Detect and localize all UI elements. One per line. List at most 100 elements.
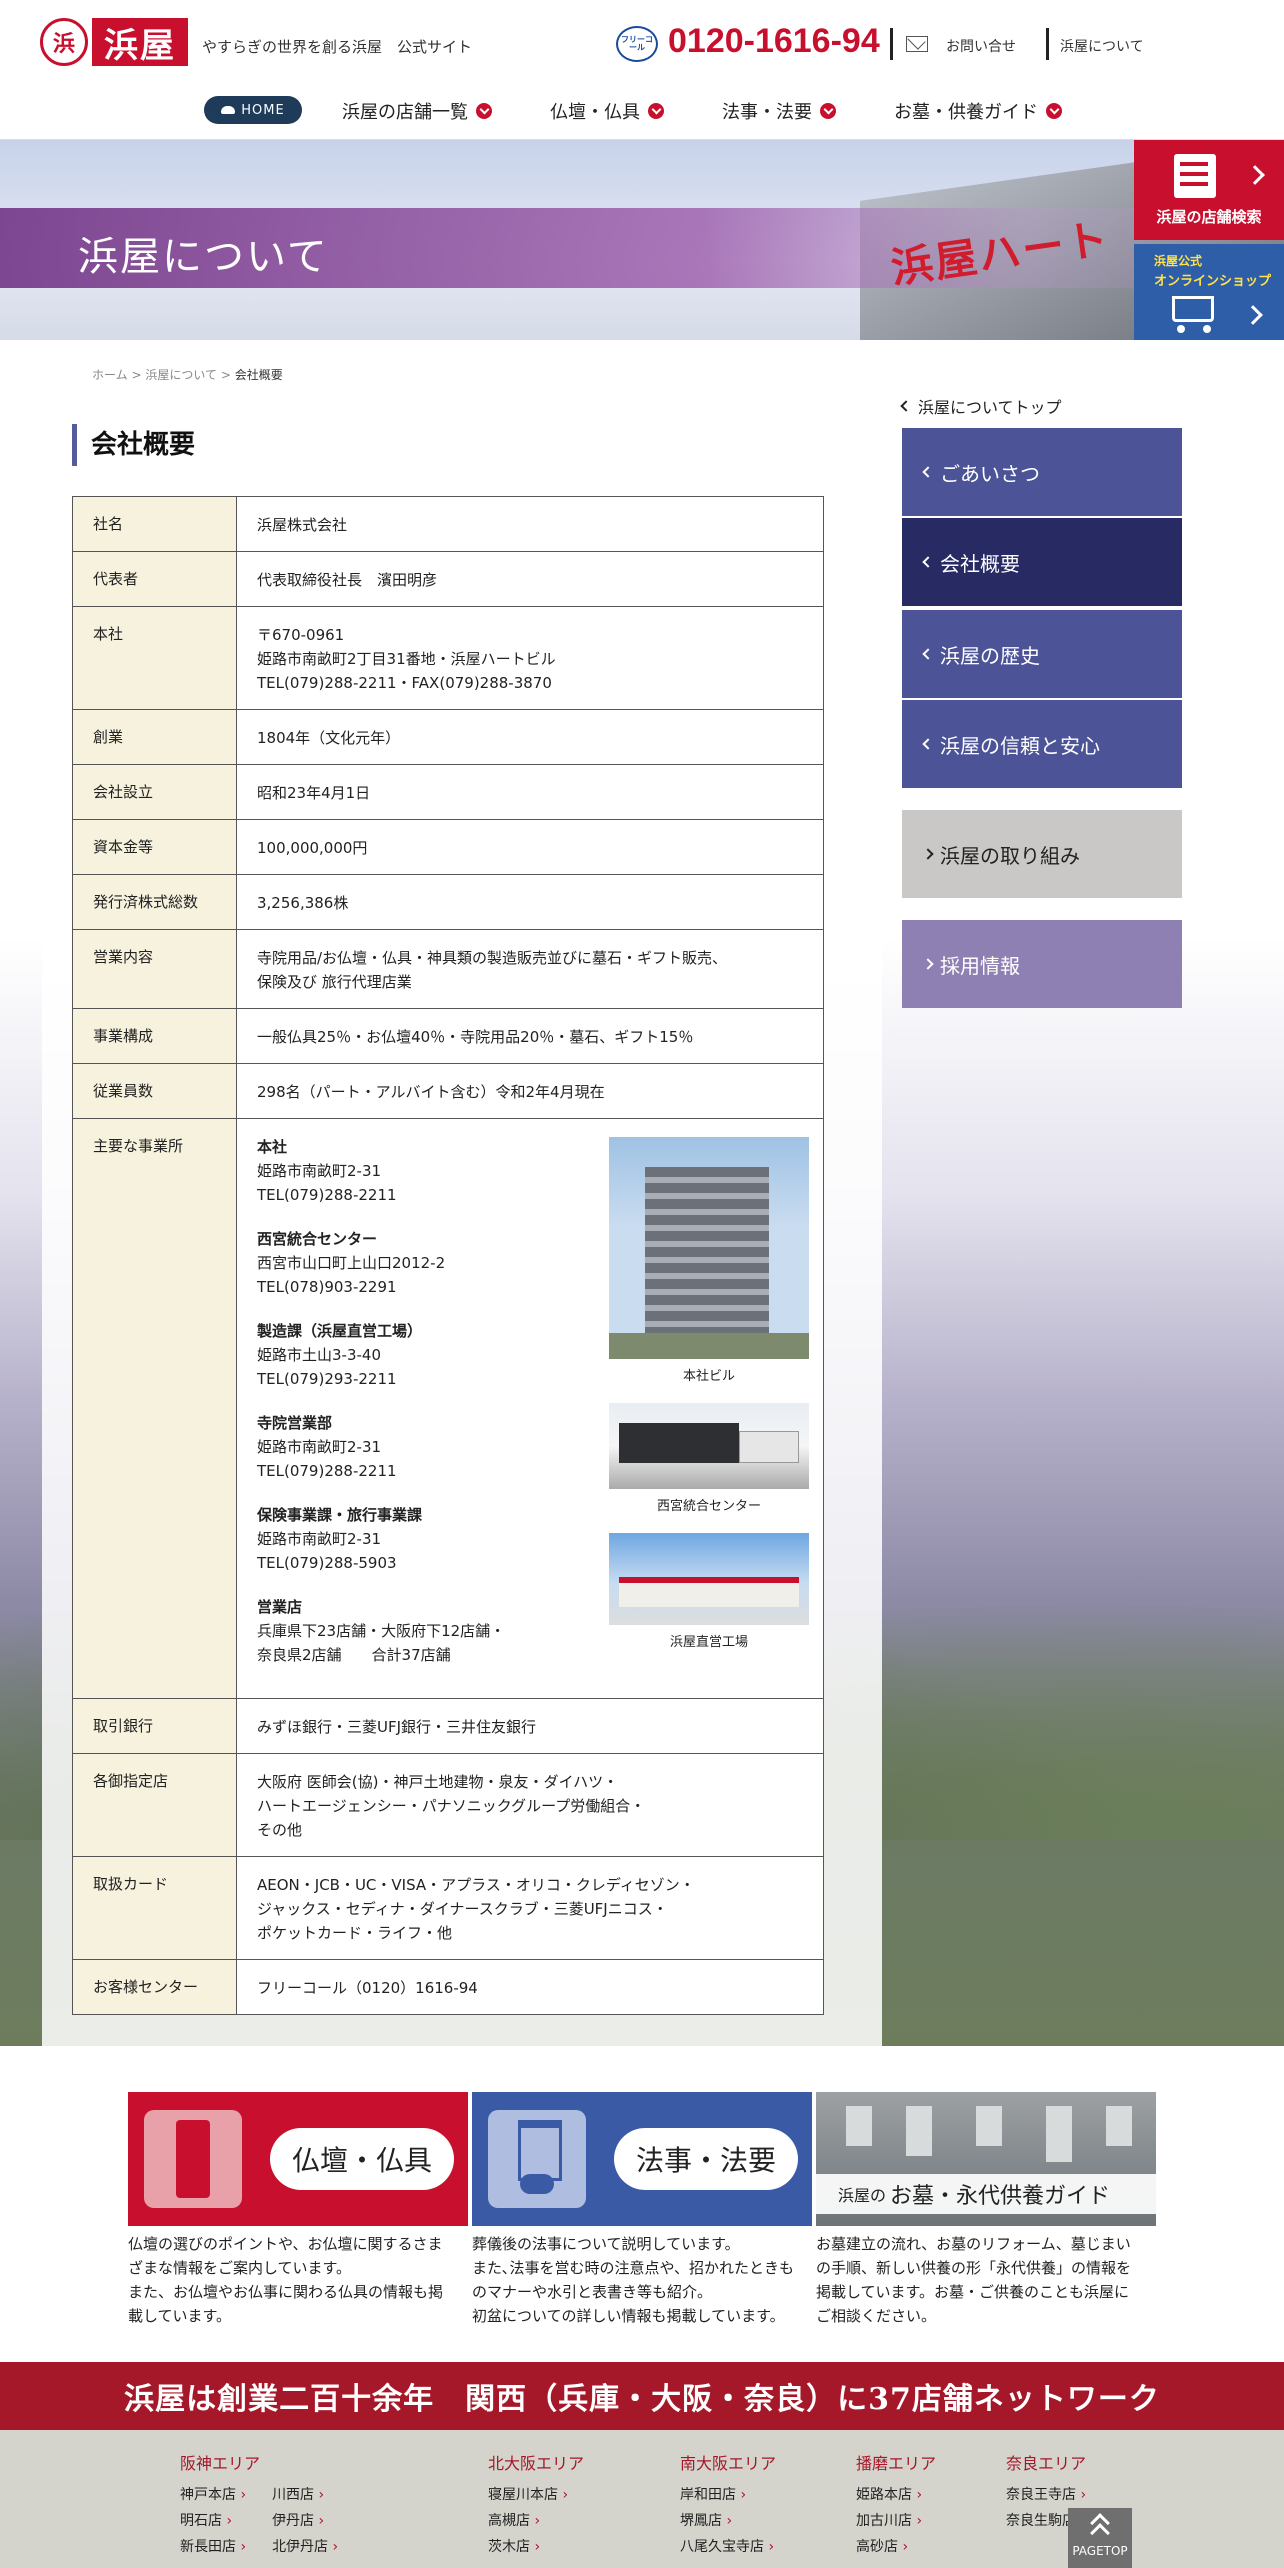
office-photo: 本社ビル: [609, 1137, 809, 1389]
store-search-label: 浜屋の店舗検索: [1156, 208, 1262, 226]
row-label: 取扱カード: [72, 1856, 237, 1960]
side-nav-trust[interactable]: 浜屋の信頼と安心: [902, 700, 1182, 788]
row-label: 各御指定店: [72, 1753, 237, 1857]
store-link[interactable]: 堺鳳店: [680, 2508, 776, 2534]
phone-number[interactable]: 0120-1616-94: [668, 22, 880, 61]
guide-hoji-banner[interactable]: 法事・法要: [472, 2092, 812, 2226]
row-label: 会社設立: [72, 764, 237, 820]
store-list: 寝屋川本店 高槻店 茨木店: [488, 2482, 584, 2560]
store-link[interactable]: 伊丹店: [272, 2508, 338, 2534]
nav-item-label: 仏壇・仏具: [550, 102, 640, 123]
guide-description: お墓建立の流れ、お墓のリフォーム、墓じまい の手順、新しい供養の形「永代供養」の…: [816, 2235, 1132, 2325]
side-nav-history[interactable]: 浜屋の歴史: [902, 610, 1182, 698]
about-link[interactable]: 浜屋について: [1060, 36, 1144, 56]
row-value: フリーコール（0120）1616-94: [236, 1959, 824, 2015]
row-value: 3,256,386株: [236, 874, 824, 930]
breadcrumb-current: 会社概要: [234, 368, 283, 382]
guide-label: 仏壇・仏具: [269, 2128, 454, 2190]
butsudan-icon: [144, 2110, 242, 2208]
side-nav-company-profile[interactable]: 会社概要: [902, 518, 1182, 606]
store-link[interactable]: 神戸本店: [180, 2482, 246, 2508]
row-value: 本社 姫路市南畝町2-31 TEL(079)288-2211 西宮統合センター 西宮…: [236, 1118, 824, 1699]
row-value: 1804年（文化元年）: [236, 709, 824, 765]
store-link[interactable]: 北伊丹店: [272, 2534, 338, 2560]
breadcrumb-home[interactable]: ホーム: [92, 368, 128, 382]
office-photos: 本社ビル 西宮統合センター 浜屋直営工場: [609, 1137, 809, 1669]
guide-label-main: お墓・永代供養ガイド: [890, 2184, 1111, 2209]
store-link[interactable]: 高槻店: [488, 2508, 584, 2534]
table-row: 発行済株式総数 3,256,386株: [72, 874, 824, 930]
site-header: 浜 浜屋 やすらぎの世界を創る浜屋 公式サイト フリーコール 0120-1616…: [0, 0, 1284, 140]
contact-link[interactable]: お問い合せ: [946, 36, 1016, 56]
side-nav-greeting[interactable]: ごあいさつ: [902, 428, 1182, 516]
online-shop-label-2: オンラインショップ: [1154, 274, 1272, 289]
table-row: 本社 〒670-0961 姫路市南畝町2丁目31番地・浜屋ハートビル TEL(07…: [72, 606, 824, 710]
guide-label: 法事・法要: [613, 2128, 798, 2190]
store-link[interactable]: 高砂店: [856, 2534, 936, 2560]
store-link[interactable]: 新長田店: [180, 2534, 246, 2560]
store-link[interactable]: 明石店: [180, 2508, 246, 2534]
row-value: みずほ銀行・三菱UFJ銀行・三井住友銀行: [236, 1698, 824, 1754]
row-label: 本社: [72, 606, 237, 710]
store-link[interactable]: 寝屋川本店: [488, 2482, 584, 2508]
store-link[interactable]: 茨木店: [488, 2534, 584, 2560]
guide-label-small: 浜屋の: [838, 2186, 887, 2205]
headquarters-building-image: [609, 1137, 809, 1359]
hero-banner: 浜屋ハート 浜屋について: [0, 140, 1284, 340]
office-photo: 西宮統合センター: [609, 1403, 809, 1519]
header-divider: [1046, 28, 1049, 60]
row-value: 一般仏具25％・お仏壇40％・寺院用品20％・墓石、ギフト15％: [236, 1008, 824, 1064]
table-row: 取扱カード AEON・JCB・UC・VISA・アプラス・オリコ・クレディセゾン・ …: [72, 1856, 824, 1960]
nav-item-hoji[interactable]: 法事・法要: [722, 98, 836, 124]
store-link[interactable]: 姫路本店: [856, 2482, 936, 2508]
row-label: 発行済株式総数: [72, 874, 237, 930]
breadcrumb-parent[interactable]: 浜屋について: [145, 368, 217, 382]
nav-item-stores[interactable]: 浜屋の店舗一覧: [342, 98, 492, 124]
site-logo[interactable]: 浜屋: [92, 18, 188, 66]
factory-image: [609, 1533, 809, 1625]
nav-item-ohaka[interactable]: お墓・供養ガイド: [894, 98, 1062, 124]
guide-ohaka-banner[interactable]: 浜屋の お墓・永代供養ガイド: [816, 2092, 1156, 2226]
offices-wrap: 本社 姫路市南畝町2-31 TEL(079)288-2211 西宮統合センター 西宮…: [257, 1135, 809, 1667]
row-value: 昭和23年4月1日: [236, 764, 824, 820]
area-title: 播磨エリア: [856, 2454, 937, 2473]
side-nav-recruit[interactable]: 採用情報: [902, 920, 1182, 1008]
chevron-down-icon: [476, 103, 492, 119]
pagetop-button[interactable]: PAGETOP: [1068, 2508, 1132, 2568]
store-link[interactable]: 奈良王寺店: [1006, 2482, 1086, 2508]
gravestone-image: [906, 2106, 932, 2156]
area-harima: 播磨エリア 姫路本店 加古川店 高砂店: [856, 2450, 936, 2560]
store-list: 神戸本店 明石店 新長田店: [180, 2482, 246, 2560]
store-link[interactable]: 川西店: [272, 2482, 338, 2508]
store-search-button[interactable]: 浜屋の店舗検索: [1134, 140, 1284, 240]
side-nav-label: 会社概要: [940, 551, 1020, 576]
side-nav-efforts[interactable]: 浜屋の取り組み: [902, 810, 1182, 898]
table-row: 事業構成 一般仏具25％・お仏壇40％・寺院用品20％・墓石、ギフト15％: [72, 1008, 824, 1064]
side-nav-label: 浜屋の取り組み: [940, 843, 1080, 868]
chevron-right-icon: [1243, 305, 1263, 325]
side-nav-top-link[interactable]: 浜屋についてトップ: [900, 394, 1062, 418]
chevron-down-icon: [648, 103, 664, 119]
nav-home-button[interactable]: HOME: [204, 96, 302, 124]
store-link[interactable]: 八尾久宝寺店: [680, 2534, 776, 2560]
online-shop-button[interactable]: 浜屋公式 オンラインショップ: [1134, 244, 1284, 352]
nav-item-butsudan[interactable]: 仏壇・仏具: [550, 98, 664, 124]
store-link[interactable]: 岸和田店: [680, 2482, 776, 2508]
side-nav-label: 浜屋の信頼と安心: [940, 733, 1100, 758]
row-value: 寺院用品/お仏壇・仏具・神具類の製造販売並びに墓石・ギフト販売、 保険及び 旅行…: [236, 929, 824, 1009]
mail-icon[interactable]: [906, 36, 928, 52]
gravestone-image: [1046, 2106, 1072, 2162]
area-hanshin: 阪神エリア 神戸本店 明石店 新長田店 川西店 伊丹店 北伊丹店: [180, 2450, 338, 2560]
logo-mark-icon[interactable]: 浜: [40, 18, 88, 66]
side-nav-label: 浜屋の歴史: [940, 643, 1040, 668]
breadcrumb: ホーム > 浜屋について > 会社概要: [92, 366, 283, 383]
guide-butsudan-banner[interactable]: 仏壇・仏具: [128, 2092, 468, 2226]
row-value: AEON・JCB・UC・VISA・アプラス・オリコ・クレディセゾン・ ジャックス…: [236, 1856, 824, 1960]
photo-caption: 本社ビル: [682, 1369, 735, 1384]
guide-description: 仏壇の選びのポイントや、お仏壇に関するさま ざまな情報をご案内しています。 また…: [128, 2235, 444, 2325]
area-kita-osaka: 北大阪エリア 寝屋川本店 高槻店 茨木店: [488, 2450, 584, 2560]
table-row: 従業員数 298名（パート・アルバイト含む）令和2年4月現在: [72, 1063, 824, 1119]
store-link[interactable]: 加古川店: [856, 2508, 936, 2534]
pagetop-label: PAGETOP: [1072, 2544, 1128, 2558]
breadcrumb-sep: >: [220, 368, 231, 382]
